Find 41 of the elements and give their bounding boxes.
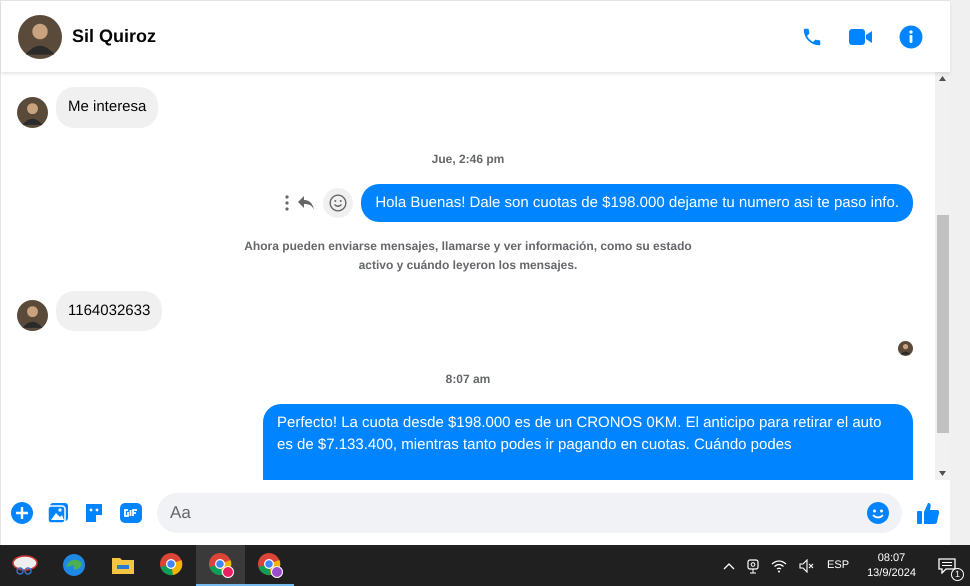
avatar-icon — [17, 96, 48, 128]
speech-bubble-icon — [938, 558, 956, 574]
avatar-icon — [18, 14, 62, 58]
smiley-icon — [329, 194, 348, 212]
timestamp: 8:07 am — [446, 371, 490, 388]
contact-name[interactable]: Sil Quiroz — [72, 23, 156, 50]
avatar-icon — [17, 300, 48, 331]
camera-icon[interactable] — [747, 558, 760, 574]
browser-wave-icon — [62, 552, 86, 576]
gif-icon[interactable] — [119, 502, 143, 524]
emoji-icon[interactable] — [867, 502, 889, 524]
message-bubble: Perfecto! La cuota desde $198.000 es de un CRONOS 0KM. El anticipo para retirar el auto es de $7.133.400, mientras tanto podes ir pagando en cuotas. Cuándo podes — [263, 404, 913, 480]
image-icon[interactable] — [47, 502, 69, 524]
browser-circle-icon — [256, 552, 282, 578]
message-field[interactable]: Aa — [157, 492, 902, 532]
scroll-down-icon[interactable] — [939, 471, 946, 476]
scroll-up-icon[interactable] — [939, 76, 946, 81]
browser-circle-icon — [208, 552, 234, 578]
message-bubble: Hola Buenas! Dale son cuotas de $198.000 dejame tu numero asi te paso info. — [361, 184, 913, 222]
language-indicator[interactable]: ESP — [827, 557, 850, 574]
more-options-icon[interactable] — [285, 194, 290, 210]
plus-icon[interactable] — [11, 502, 33, 524]
thumbs-up-icon[interactable] — [916, 500, 940, 524]
seen-avatar-icon — [898, 341, 913, 356]
clock[interactable]: 08:07 13/9/2024 — [861, 550, 922, 580]
react-button[interactable] — [323, 188, 354, 218]
notification-count: 1 — [951, 568, 964, 580]
info-icon[interactable] — [899, 24, 923, 48]
browser-circle-icon — [158, 552, 184, 578]
video-camera-icon[interactable] — [849, 28, 873, 46]
reply-icon[interactable] — [297, 194, 316, 210]
message-bubble: Me interesa — [56, 87, 158, 128]
scrollbar[interactable] — [935, 72, 950, 480]
notice-text: Ahora pueden enviarse mensajes, llamarse y ver información, como su estado activo y cuándo leyeron los mensajes. — [243, 238, 693, 274]
timestamp: Jue, 2:46 pm — [432, 150, 504, 168]
speaker-muted-icon[interactable] — [799, 558, 816, 572]
chevron-up-icon[interactable] — [723, 562, 736, 570]
message-bubble: 1164032633 — [56, 290, 162, 331]
wifi-icon[interactable] — [771, 558, 788, 572]
taskbar-app[interactable] — [196, 545, 245, 586]
sticker-icon[interactable] — [83, 502, 105, 524]
